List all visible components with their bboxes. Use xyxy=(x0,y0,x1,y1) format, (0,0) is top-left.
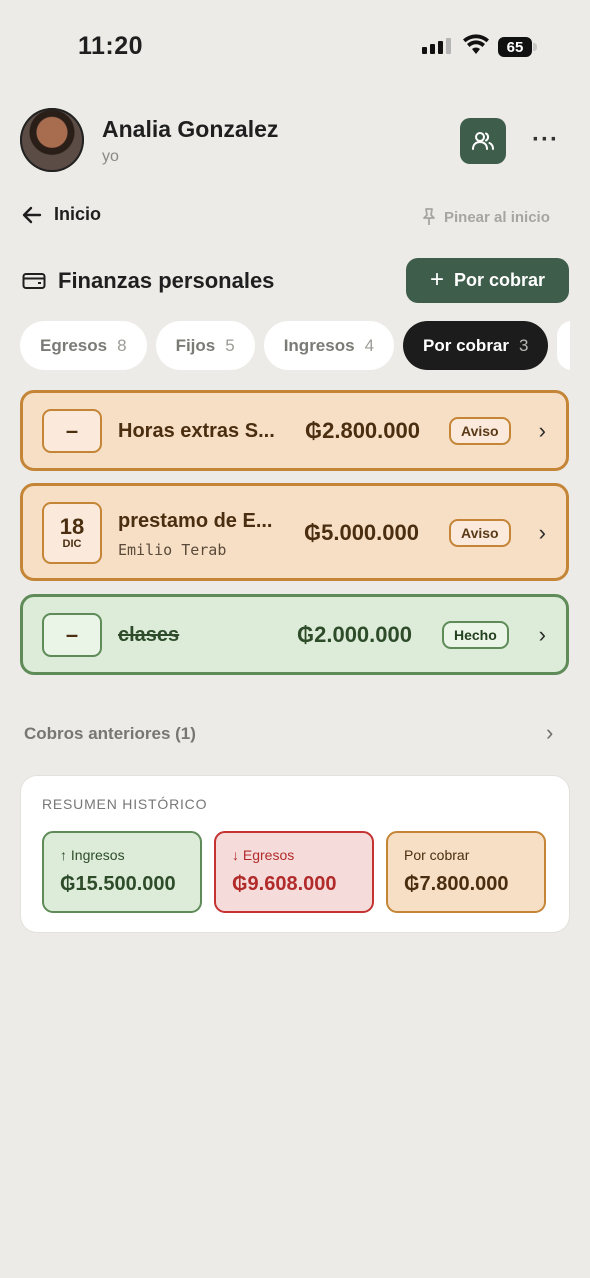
section-heading: Finanzas personales xyxy=(22,268,274,294)
summary-value: ₲9.608.000 xyxy=(232,873,337,895)
add-por-cobrar-button[interactable]: + Por cobrar xyxy=(406,258,569,303)
summary-label: ↓ Egresos xyxy=(232,847,295,863)
arrow-left-icon xyxy=(22,206,42,223)
date-day: 18 xyxy=(59,513,85,539)
tab-egresos[interactable]: Egresos 8 xyxy=(20,321,147,370)
item-title: clases xyxy=(118,624,180,646)
user-name: Analia Gonzalez xyxy=(102,116,279,142)
section-title: Finanzas personales xyxy=(58,268,275,293)
summary-value: ₲15.500.000 xyxy=(60,873,176,895)
date-month: DIC xyxy=(62,537,82,550)
back-label: Inicio xyxy=(54,204,102,224)
tab-count: 8 xyxy=(117,335,127,355)
date-box: – xyxy=(42,613,102,657)
summary-value: ₲7.800.000 xyxy=(404,873,509,895)
back-button[interactable]: Inicio xyxy=(22,204,101,225)
signal-icon xyxy=(422,38,451,54)
previous-charges-link[interactable]: Cobros anteriores (1) xyxy=(24,724,196,744)
tab-label: Por cobrar xyxy=(423,335,510,355)
tab-count: 3 xyxy=(519,335,529,355)
tab-label: Egresos xyxy=(40,335,108,355)
people-icon xyxy=(472,132,494,150)
plus-icon: + xyxy=(429,265,444,293)
date-box: – xyxy=(42,409,102,453)
list-item[interactable]: – Horas extras S... ₲2.800.000 Aviso › xyxy=(20,390,569,471)
people-button[interactable] xyxy=(460,118,506,164)
summary-label: ↑ Ingresos xyxy=(60,847,125,863)
battery-tip xyxy=(533,43,537,51)
tab-fijos[interactable]: Fijos 5 xyxy=(155,321,255,370)
more-options-button[interactable]: ··· xyxy=(532,126,559,154)
tab-ingresos[interactable]: Ingresos 4 xyxy=(263,321,395,370)
item-amount: ₲5.000.000 xyxy=(304,520,419,545)
summary-ingresos: ↑ Ingresos ₲15.500.000 xyxy=(42,831,202,913)
summary-label: Por cobrar xyxy=(404,847,470,863)
summary-egresos: ↓ Egresos ₲9.608.000 xyxy=(214,831,374,913)
tab-more[interactable] xyxy=(557,321,570,370)
tab-count: 4 xyxy=(364,335,375,355)
wifi-icon xyxy=(462,34,490,61)
user-subtitle: yo xyxy=(102,148,119,165)
chevron-right-icon: › xyxy=(538,622,546,647)
wallet-icon xyxy=(22,273,46,289)
chevron-right-icon: › xyxy=(538,418,546,443)
chevron-right-icon[interactable]: › xyxy=(546,720,553,746)
tab-count: 5 xyxy=(225,335,235,355)
date-box: 18 DIC xyxy=(42,502,102,564)
status-badge: Aviso xyxy=(449,417,511,445)
tab-label: Ingresos xyxy=(283,335,355,355)
item-subtitle: Emilio Terab xyxy=(118,541,227,559)
list-item[interactable]: – clases ₲2.000.000 Hecho › xyxy=(20,594,569,675)
chevron-right-icon: › xyxy=(538,520,546,545)
item-amount: ₲2.000.000 xyxy=(297,622,412,647)
item-title: prestamo de E... xyxy=(118,510,273,532)
list-item[interactable]: 18 DIC prestamo de E... Emilio Terab ₲5.… xyxy=(20,483,569,581)
pin-icon xyxy=(423,208,435,225)
date-empty: – xyxy=(65,418,79,443)
date-empty: – xyxy=(65,622,79,647)
battery-icon: 65 xyxy=(498,37,532,57)
summary-por-cobrar: Por cobrar ₲7.800.000 xyxy=(386,831,546,913)
status-time: 11:20 xyxy=(78,32,144,60)
pin-label: Pinear al inicio xyxy=(444,208,550,226)
add-button-label: Por cobrar xyxy=(453,270,546,290)
pin-button[interactable]: Pinear al inicio xyxy=(422,207,550,227)
status-badge: Hecho xyxy=(442,621,509,649)
summary-title: RESUMEN HISTÓRICO xyxy=(42,796,208,812)
item-amount: ₲2.800.000 xyxy=(305,418,420,443)
item-title: Horas extras S... xyxy=(118,420,275,442)
avatar[interactable] xyxy=(20,108,84,172)
status-badge: Aviso xyxy=(449,519,511,547)
tab-label: Fijos xyxy=(175,335,216,355)
category-tabs: Egresos 8 Fijos 5 Ingresos 4 Por cobrar 3 xyxy=(20,321,570,370)
summary-card: RESUMEN HISTÓRICO ↑ Ingresos ₲15.500.000… xyxy=(21,776,569,932)
tab-por-cobrar[interactable]: Por cobrar 3 xyxy=(403,321,549,370)
